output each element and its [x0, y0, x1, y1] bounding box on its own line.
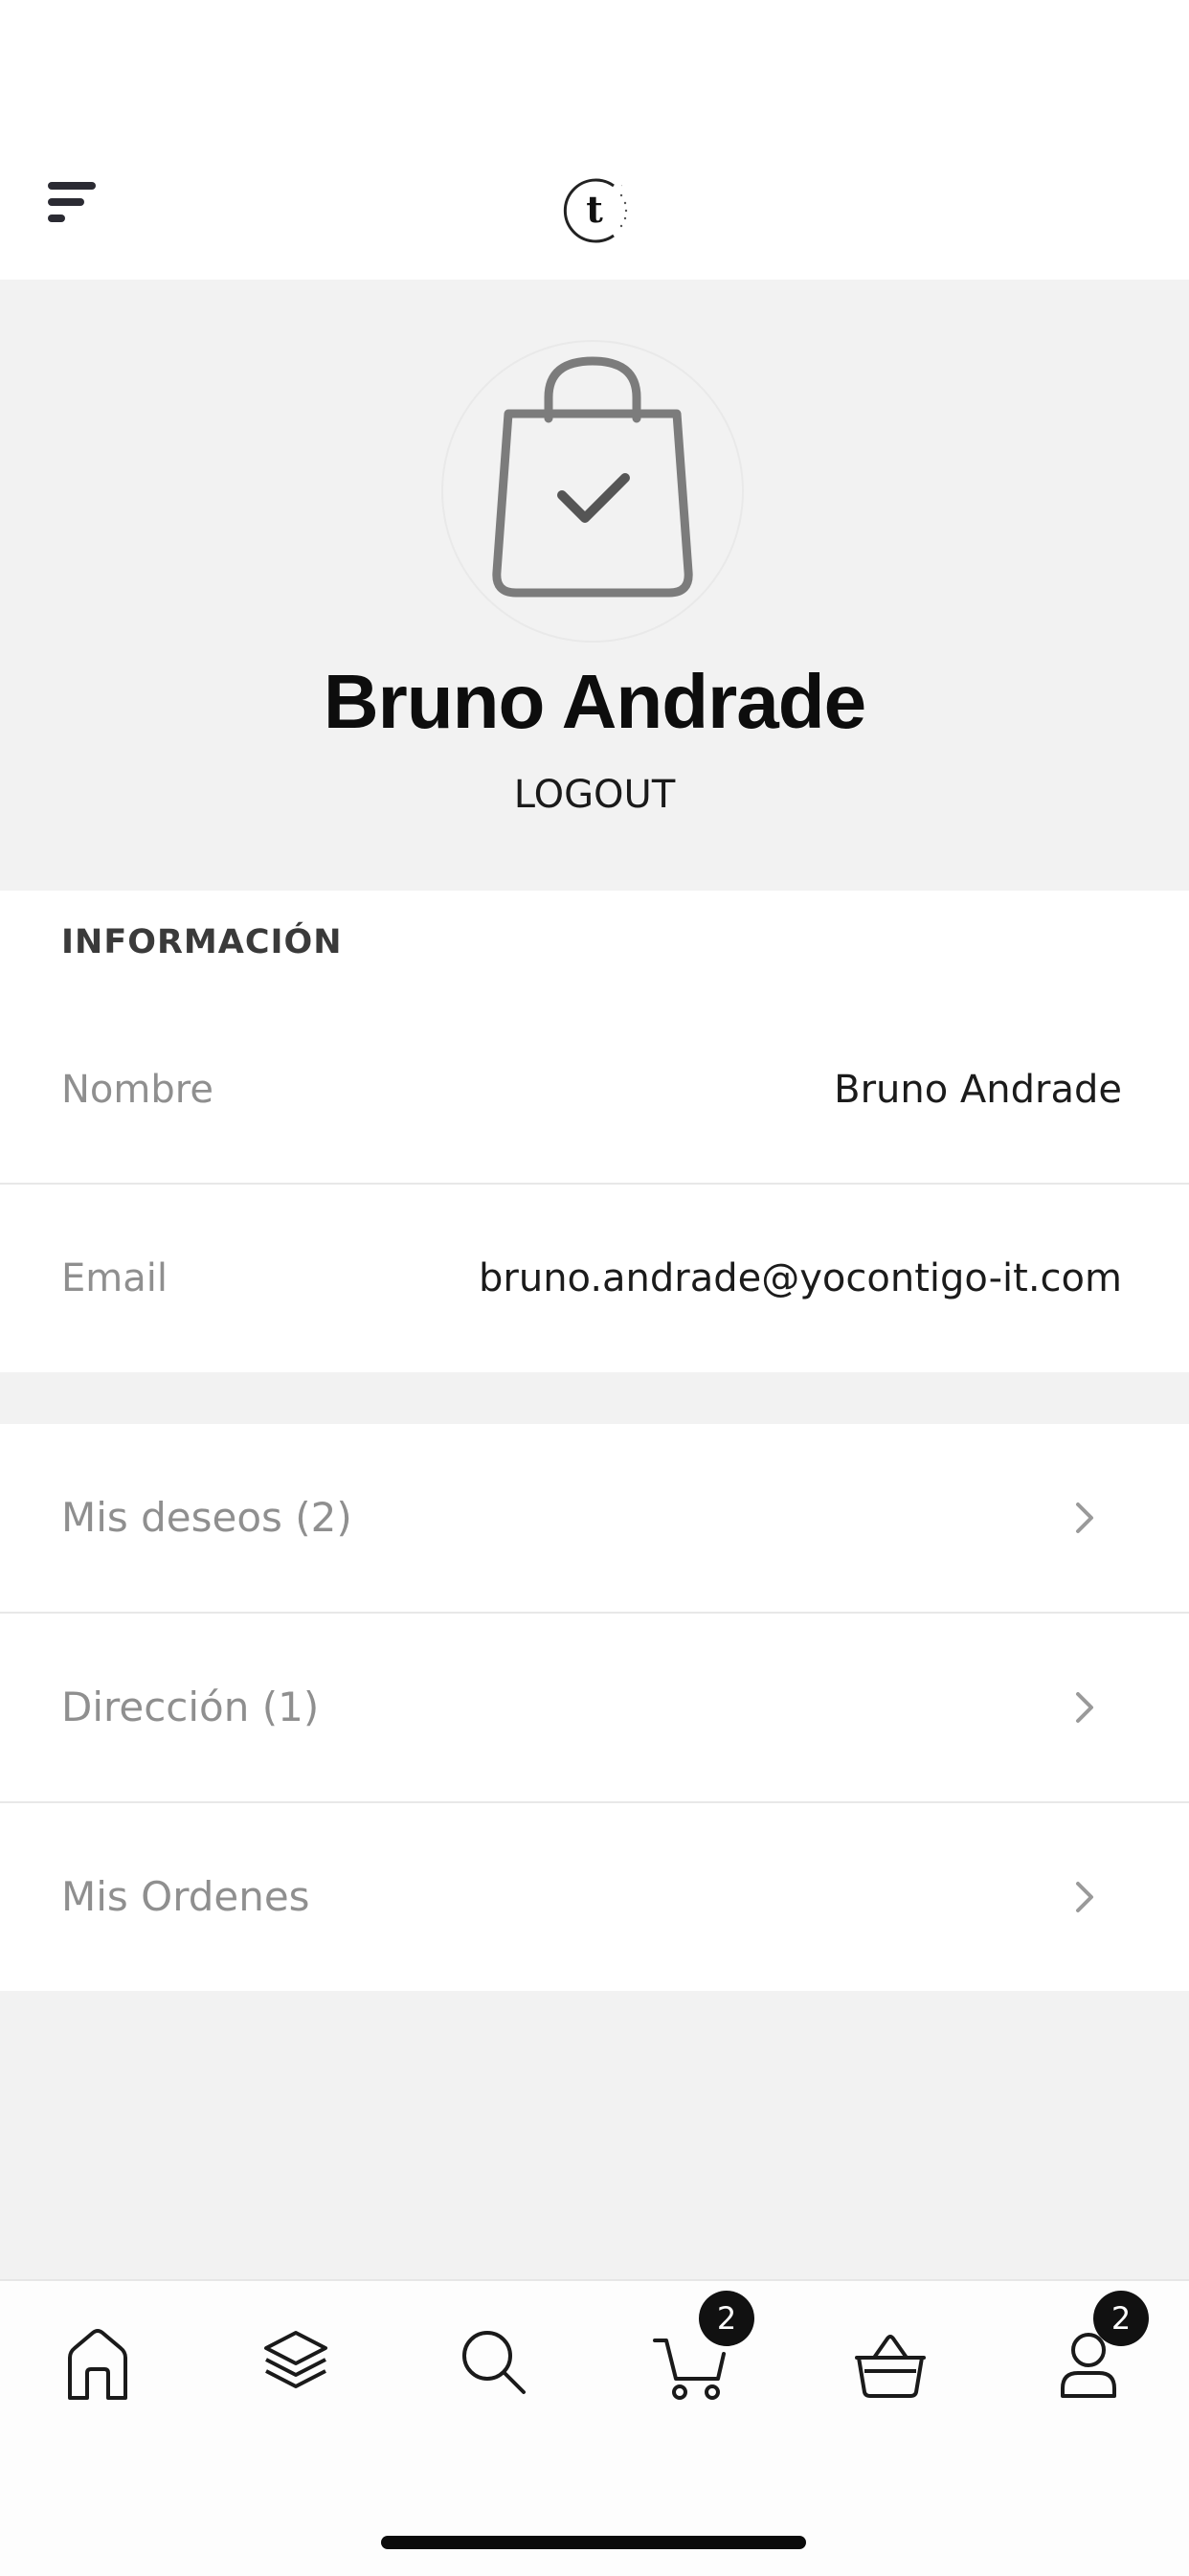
avatar[interactable] [443, 342, 742, 641]
logo-mark: t · [563, 178, 628, 243]
search-icon [462, 2331, 526, 2394]
basket-icon [855, 2335, 926, 2398]
address-row[interactable]: Dirección (1) [0, 1614, 1189, 1801]
tab-basket[interactable] [847, 2319, 933, 2406]
logout-button[interactable]: LOGOUT [0, 773, 1189, 817]
address-label: Dirección (1) [61, 1683, 320, 1730]
name-label: Nombre [61, 1068, 213, 1112]
section-title: INFORMACIÓN [61, 923, 343, 961]
tab-search[interactable] [451, 2319, 537, 2406]
home-icon [68, 2329, 127, 2400]
email-label: Email [61, 1256, 168, 1300]
email-row: Email bruno.andrade@yocontigo-it.com [0, 1185, 1189, 1372]
wishlist-row[interactable]: Mis deseos (2) [0, 1424, 1189, 1612]
chevron-right-icon [1076, 1692, 1093, 1723]
wishlist-label: Mis deseos (2) [61, 1494, 352, 1541]
tab-bar: 2 2 [0, 2279, 1189, 2576]
layers-icon [264, 2331, 327, 2388]
chevron-right-icon [1076, 1882, 1093, 1912]
name-value: Bruno Andrade [834, 1068, 1122, 1112]
profile-header: Bruno Andrade LOGOUT [0, 280, 1189, 891]
account-badge: 2 [1093, 2291, 1149, 2346]
email-value: bruno.andrade@yocontigo-it.com [479, 1256, 1122, 1300]
user-name: Bruno Andrade [323, 659, 866, 744]
orders-label: Mis Ordenes [61, 1873, 310, 1920]
app-header: t · [0, 0, 1189, 280]
menu-button[interactable] [38, 172, 105, 239]
logo-letter: t [586, 188, 603, 231]
tab-categories[interactable] [253, 2319, 339, 2406]
name-row: Nombre Bruno Andrade [0, 996, 1189, 1184]
menu-icon [48, 182, 96, 222]
orders-row[interactable]: Mis Ordenes [0, 1803, 1189, 1991]
empty-area [0, 1991, 1189, 2279]
cart-badge: 2 [699, 2291, 754, 2346]
section-spacer [0, 1372, 1189, 1424]
tab-home[interactable] [55, 2319, 141, 2406]
home-indicator [381, 2536, 806, 2549]
svg-text:·: · [617, 184, 624, 189]
brand-logo[interactable]: t · [560, 172, 637, 249]
shopping-bag-check-icon [492, 356, 693, 598]
chevron-right-icon [1076, 1503, 1093, 1533]
